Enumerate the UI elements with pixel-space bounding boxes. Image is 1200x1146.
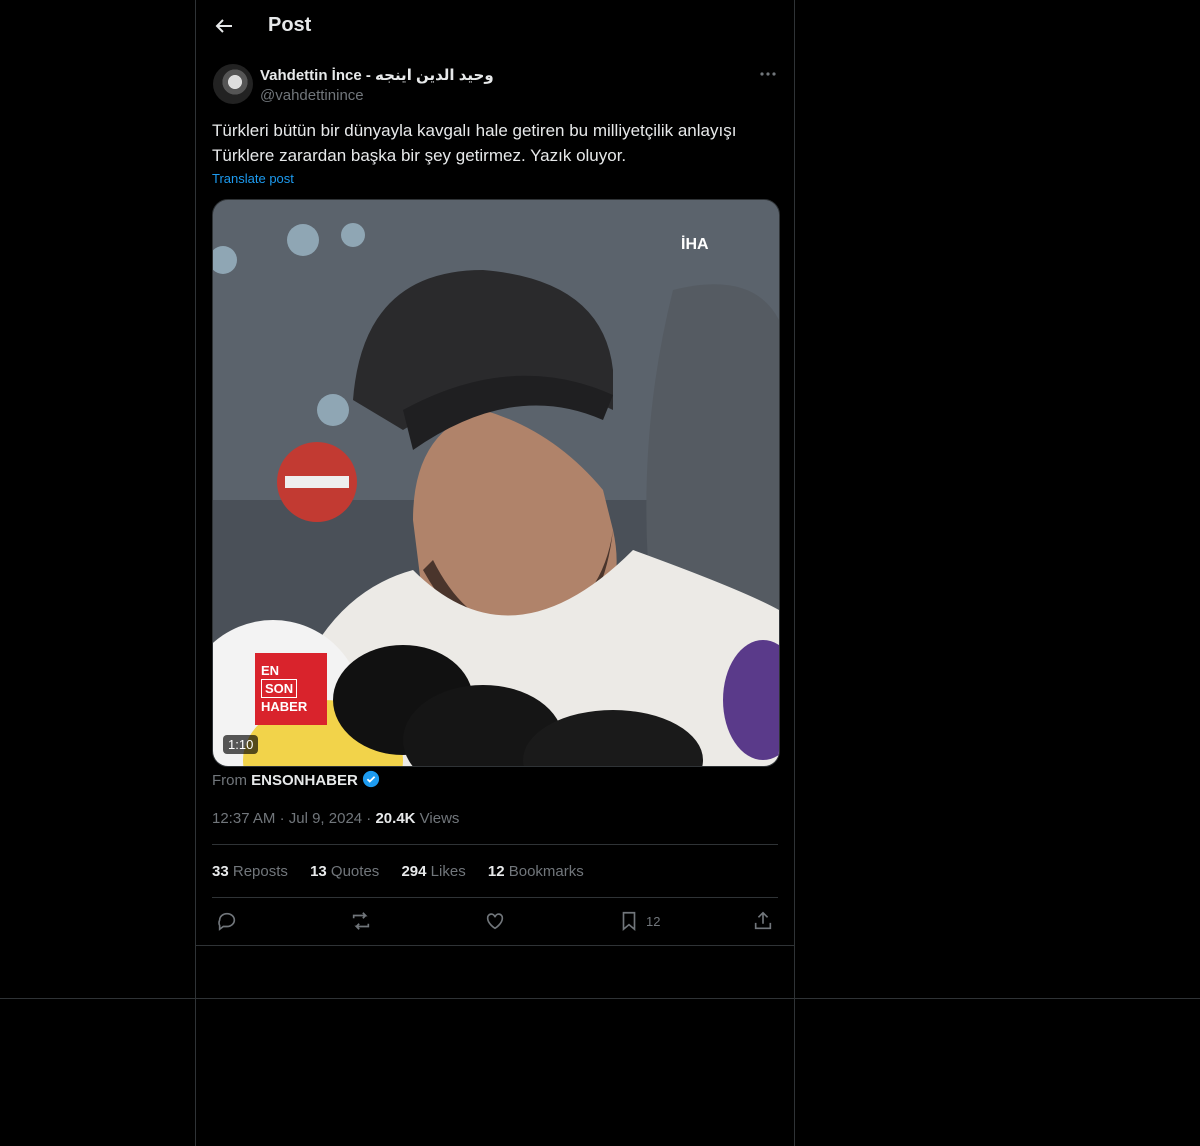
likes-stat[interactable]: 294 Likes: [401, 863, 465, 880]
bookmarks-stat[interactable]: 12 Bookmarks: [488, 863, 584, 880]
bookmark-icon: [622, 911, 636, 932]
page-title: Post: [268, 14, 312, 36]
post-date[interactable]: Jul 9, 2024: [289, 810, 362, 827]
views-label: Views: [419, 810, 460, 827]
like-icon: [486, 913, 504, 930]
share-button[interactable]: [752, 910, 774, 932]
back-arrow-icon[interactable]: [212, 14, 236, 38]
logo-line-son: SON: [261, 679, 298, 698]
repost-icon: [352, 912, 370, 930]
main-column: Post Vahdettin İnce - وحيد الدين اينجه @…: [195, 0, 795, 1146]
author-handle[interactable]: @vahdettinince: [260, 87, 364, 104]
engagement-stats: 33 Reposts 13 Quotes 294 Likes 12 Bookma…: [212, 863, 602, 880]
avatar[interactable]: [213, 64, 253, 104]
post-meta: 12:37 AM · Jul 9, 2024 · 20.4K Views: [212, 810, 459, 827]
more-icon[interactable]: [758, 64, 778, 84]
repost-button[interactable]: [350, 910, 372, 932]
bookmark-button[interactable]: 12: [618, 910, 660, 932]
quotes-stat[interactable]: 13 Quotes: [310, 863, 379, 880]
meta-separator: ·: [279, 810, 289, 827]
page-header: Post: [196, 0, 794, 54]
video-duration: 1:10: [223, 735, 259, 754]
post-text: Türkleri bütün bir dünyayla kavgalı hale…: [212, 121, 737, 165]
like-button[interactable]: [484, 910, 506, 932]
divider: [212, 897, 778, 898]
video-player[interactable]: İHA EN SON HABER 1:10: [212, 199, 780, 767]
ensonhaber-logo: EN SON HABER: [261, 662, 325, 715]
post-time[interactable]: 12:37 AM: [212, 810, 275, 827]
bookmark-count: 12: [646, 913, 661, 929]
from-source-link[interactable]: ENSONHABER: [251, 772, 358, 789]
from-label: From: [212, 772, 247, 789]
media-source: From ENSONHABER: [212, 770, 380, 792]
author-name[interactable]: Vahdettin İnce - وحيد الدين اينجه: [260, 66, 494, 84]
divider: [212, 844, 778, 845]
reply-button[interactable]: [216, 910, 238, 932]
reposts-stat[interactable]: 33 Reposts: [212, 863, 288, 880]
logo-line-haber: HABER: [261, 699, 308, 714]
verified-badge-icon: [362, 770, 380, 792]
logo-line-en: EN: [261, 663, 280, 678]
translate-post-link[interactable]: Translate post: [212, 171, 294, 186]
iha-watermark: İHA: [681, 236, 709, 253]
share-icon: [754, 911, 772, 930]
post-bottom-border: [196, 945, 794, 946]
reply-icon: [218, 912, 236, 931]
views-count: 20.4K: [375, 810, 416, 827]
